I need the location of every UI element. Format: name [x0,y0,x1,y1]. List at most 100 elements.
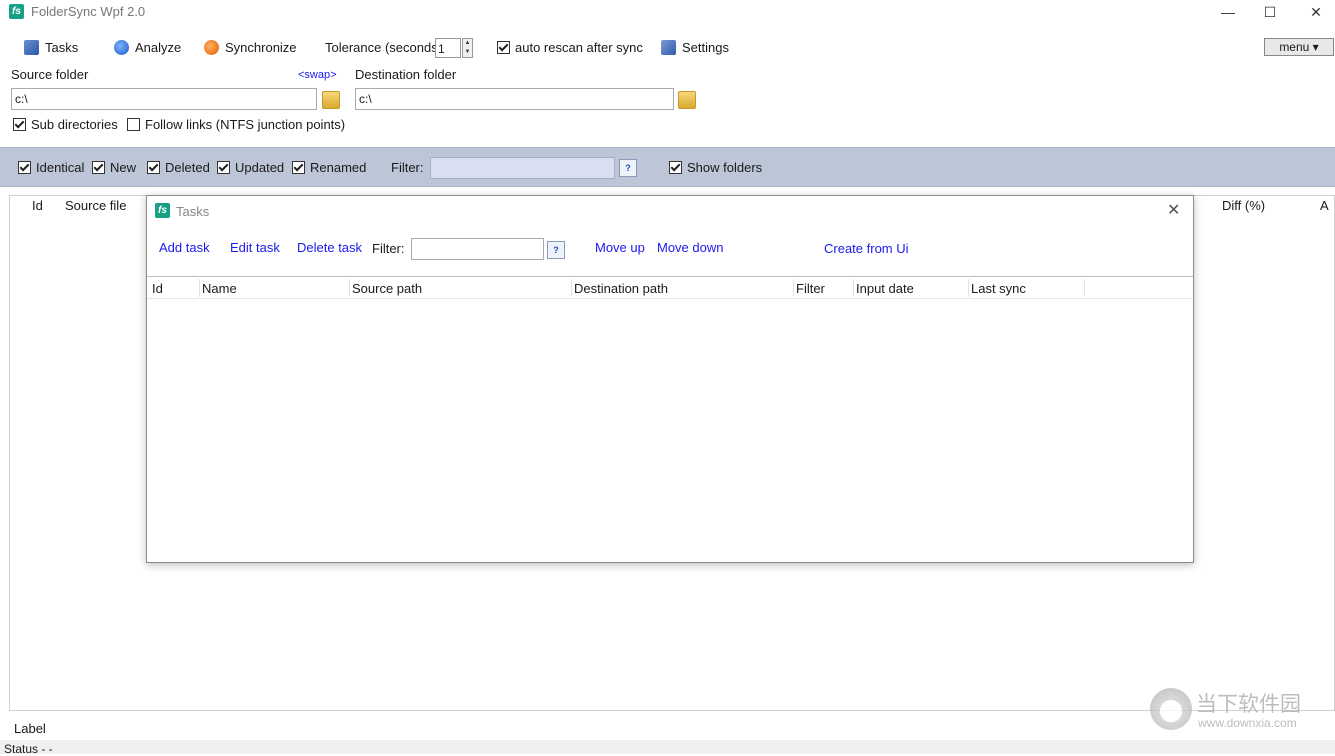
dialog-filter-help-icon[interactable]: ? [547,241,565,259]
follow-links-checkbox[interactable]: Follow links (NTFS junction points) [127,117,345,132]
analyze-button[interactable]: Analyze [114,39,181,57]
show-folders-checkbox[interactable]: Show folders [669,160,762,175]
deleted-checkbox[interactable]: Deleted [147,160,210,175]
add-task-link[interactable]: Add task [159,240,210,255]
minimize-button[interactable]: — [1205,0,1251,26]
main-col-source-file[interactable]: Source file [65,198,126,213]
header-underline [147,298,1193,299]
column-divider[interactable] [349,279,350,297]
main-col-a[interactable]: A [1320,198,1329,213]
window-title: FolderSync Wpf 2.0 [31,4,146,19]
dialog-close-icon[interactable]: ✕ [1167,200,1180,220]
tasks-col-id[interactable]: Id [152,281,163,296]
identical-checkbox[interactable]: Identical [18,160,84,175]
filter-help-icon[interactable]: ? [619,159,637,177]
dialog-filter-input[interactable] [411,238,544,260]
filter-input[interactable] [430,157,615,179]
updated-label: Updated [235,160,285,175]
column-divider[interactable] [1084,279,1085,297]
tasks-col-filter[interactable]: Filter [796,281,825,296]
tasks-dialog: fs Tasks ✕ Add task Edit task Delete tas… [146,195,1194,563]
updated-check-icon[interactable] [217,161,230,174]
filter-label: Filter: [391,160,424,175]
column-divider[interactable] [968,279,969,297]
settings-button[interactable]: Settings [661,39,729,57]
watermark-logo-icon [1150,688,1192,730]
sub-directories-check-icon[interactable] [13,118,26,131]
new-checkbox[interactable]: New [92,160,136,175]
column-divider[interactable] [853,279,854,297]
auto-rescan-check-icon[interactable] [497,41,510,54]
status-bar: Status - - [0,740,1335,756]
watermark-cn-text: 当下软件园 [1196,693,1301,716]
edit-task-link[interactable]: Edit task [230,240,280,255]
source-browse-folder-icon[interactable] [322,91,340,109]
tolerance-label: Tolerance (seconds [325,40,438,55]
tasks-col-last-sync[interactable]: Last sync [971,281,1026,296]
analyze-icon [114,40,129,55]
auto-rescan-label: auto rescan after sync [515,40,643,55]
dialog-filter-label: Filter: [372,241,405,256]
main-col-id[interactable]: Id [32,198,43,213]
tasks-col-name[interactable]: Name [202,281,237,296]
source-folder-input[interactable]: c:\ [11,88,317,110]
watermark-url: www.downxia.com [1198,716,1297,730]
destination-browse-folder-icon[interactable] [678,91,696,109]
tolerance-input[interactable]: 1 [435,38,461,58]
sub-directories-label: Sub directories [31,117,118,132]
stepper-up-icon[interactable]: ▲ [463,39,472,48]
identical-label: Identical [36,160,85,175]
dialog-title: Tasks [176,204,210,219]
show-folders-check-icon[interactable] [669,161,682,174]
create-from-ui-link[interactable]: Create from Ui [824,241,909,256]
new-check-icon[interactable] [92,161,105,174]
auto-rescan-checkbox[interactable]: auto rescan after sync [497,39,643,57]
stepper-down-icon[interactable]: ▼ [463,48,472,57]
tasks-button[interactable]: Tasks [24,39,78,57]
main-col-diff[interactable]: Diff (%) [1222,198,1265,213]
synchronize-button[interactable]: Synchronize [204,39,297,57]
swap-link[interactable]: <swap> [298,69,337,81]
footer-label: Label [14,721,46,736]
tasks-label: Tasks [45,40,79,55]
deleted-check-icon[interactable] [147,161,160,174]
move-up-link[interactable]: Move up [595,240,645,255]
maximize-button[interactable]: ☐ [1247,0,1293,26]
identical-check-icon[interactable] [18,161,31,174]
move-down-link[interactable]: Move down [657,240,723,255]
column-divider[interactable] [199,279,200,297]
updated-checkbox[interactable]: Updated [217,160,284,175]
tasks-grid[interactable]: Id Name Source path Destination path Fil… [147,276,1193,562]
synchronize-icon [204,40,219,55]
filter-bar: Identical New Deleted Updated Renamed Fi… [0,147,1335,187]
tolerance-stepper[interactable]: ▲ ▼ [462,38,473,58]
settings-label: Settings [682,40,729,55]
close-button[interactable]: ✕ [1293,0,1335,26]
column-divider[interactable] [571,279,572,297]
synchronize-label: Synchronize [225,40,297,55]
tasks-icon [24,40,39,55]
follow-links-check-icon[interactable] [127,118,140,131]
analyze-label: Analyze [135,40,182,55]
deleted-label: Deleted [165,160,210,175]
new-label: New [110,160,137,175]
renamed-checkbox[interactable]: Renamed [292,160,366,175]
tasks-col-source-path[interactable]: Source path [352,281,422,296]
sub-directories-checkbox[interactable]: Sub directories [13,117,118,132]
tasks-col-input-date[interactable]: Input date [856,281,914,296]
follow-links-label: Follow links (NTFS junction points) [145,117,346,132]
show-folders-label: Show folders [687,160,763,175]
renamed-check-icon[interactable] [292,161,305,174]
dialog-app-icon: fs [155,203,170,218]
title-bar: fs FolderSync Wpf 2.0 — ☐ ✕ [0,0,1335,26]
destination-folder-input[interactable]: c:\ [355,88,674,110]
column-divider[interactable] [793,279,794,297]
app-icon: fs [9,4,24,19]
settings-icon [661,40,676,55]
destination-folder-label: Destination folder [355,67,457,82]
delete-task-link[interactable]: Delete task [297,240,362,255]
source-folder-label: Source folder [11,67,89,82]
renamed-label: Renamed [310,160,367,175]
menu-button[interactable]: menu ▾ [1264,38,1334,56]
tasks-col-destination-path[interactable]: Destination path [574,281,668,296]
